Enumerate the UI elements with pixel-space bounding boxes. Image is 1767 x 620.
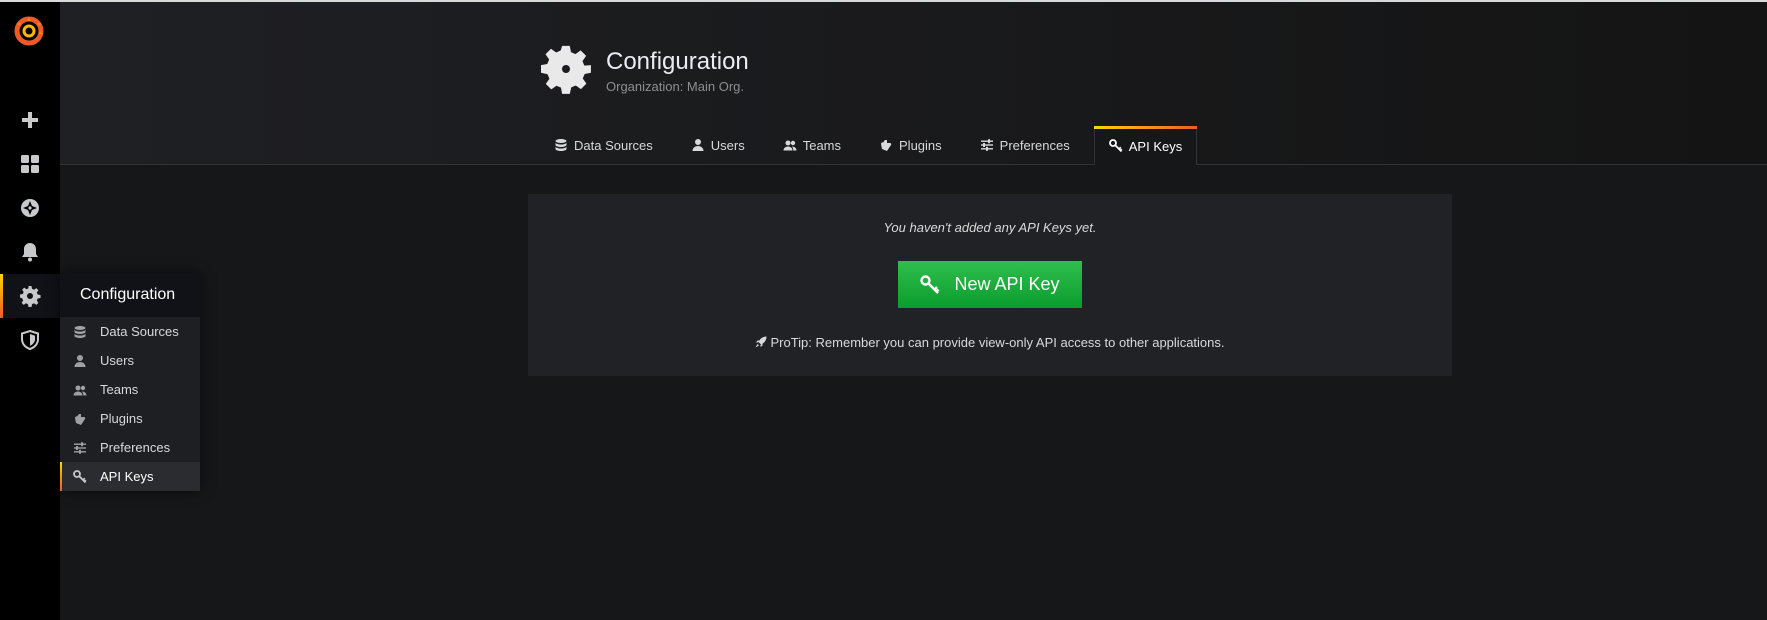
flyout-item-data-sources[interactable]: Data Sources <box>60 317 200 346</box>
database-icon <box>72 325 88 339</box>
empty-state-card: You haven't added any API Keys yet. New … <box>528 194 1452 376</box>
gear-icon[interactable] <box>0 274 60 318</box>
rocket-icon <box>755 336 767 348</box>
tab-label: Teams <box>802 137 842 153</box>
shield-icon[interactable] <box>0 318 60 362</box>
tab-label: API Keys <box>1128 138 1183 154</box>
plug-icon <box>881 140 892 151</box>
flyout-item-label: Data Sources <box>100 324 179 339</box>
bell-icon[interactable] <box>0 230 60 274</box>
page-title: Configuration <box>606 48 749 75</box>
tab-preferences[interactable]: Preferences <box>966 126 1084 164</box>
top-border <box>0 0 1767 2</box>
button-label: New API Key <box>954 274 1060 294</box>
tab-users[interactable]: Users <box>677 126 759 164</box>
flyout-item-plugins[interactable]: Plugins <box>60 404 200 433</box>
grafana-logo-icon[interactable] <box>12 14 46 48</box>
flyout-item-users[interactable]: Users <box>60 346 200 375</box>
sliders-icon <box>72 441 88 455</box>
config-tabs: Data Sources Users Teams Plugins Prefere… <box>540 126 1207 165</box>
page-subtitle: Organization: Main Org. <box>606 79 745 94</box>
user-icon <box>72 354 88 368</box>
explore-icon[interactable] <box>0 186 60 230</box>
database-icon <box>555 139 567 151</box>
plus-icon[interactable] <box>0 98 60 142</box>
flyout-item-label: Preferences <box>100 440 171 455</box>
flyout-item-label: API Keys <box>100 469 154 484</box>
protip-label: ProTip: Remember you can provide view-on… <box>770 335 1225 350</box>
flyout-title[interactable]: Configuration <box>60 273 200 317</box>
key-icon <box>1108 139 1123 153</box>
flyout-item-label: Teams <box>100 382 139 397</box>
new-api-key-button[interactable]: New API Key <box>898 261 1082 308</box>
protip-text: ProTip: Remember you can provide view-on… <box>528 335 1452 350</box>
dashboards-icon[interactable] <box>0 142 60 186</box>
key-icon <box>920 274 940 294</box>
flyout-item-label: Users <box>100 353 134 368</box>
flyout-item-label: Plugins <box>100 411 143 426</box>
configuration-flyout-menu: Configuration Data Sources Users Teams P… <box>60 273 200 491</box>
plug-icon <box>72 412 88 426</box>
tab-label: Users <box>710 137 745 153</box>
configuration-gear-icon <box>541 44 593 96</box>
tab-data-sources[interactable]: Data Sources <box>540 126 667 164</box>
tab-plugins[interactable]: Plugins <box>865 126 956 164</box>
flyout-item-teams[interactable]: Teams <box>60 375 200 404</box>
tab-teams[interactable]: Teams <box>769 126 855 164</box>
tab-api-keys[interactable]: API Keys <box>1093 126 1198 165</box>
flyout-item-preferences[interactable]: Preferences <box>60 433 200 462</box>
tab-label: Preferences <box>999 137 1070 153</box>
users-icon <box>783 140 797 151</box>
sidebar <box>0 2 60 620</box>
tab-label: Plugins <box>899 137 942 153</box>
sliders-icon <box>980 139 993 151</box>
empty-state-message: You haven't added any API Keys yet. <box>883 220 1097 235</box>
flyout-item-api-keys[interactable]: API Keys <box>60 462 200 491</box>
user-icon <box>692 139 704 151</box>
key-icon <box>72 469 88 484</box>
tab-label: Data Sources <box>574 137 653 153</box>
users-icon <box>72 383 88 397</box>
